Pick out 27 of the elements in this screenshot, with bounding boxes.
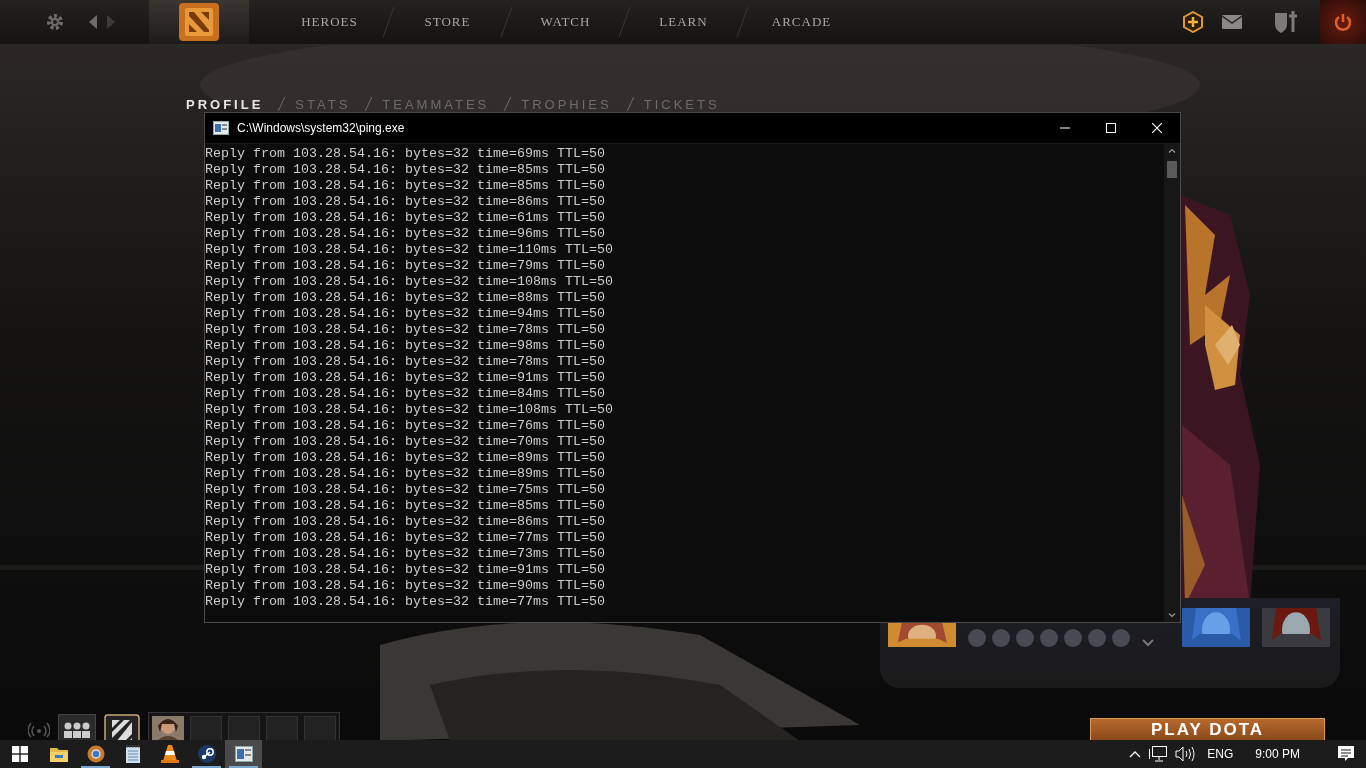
- mail-icon[interactable]: [1222, 15, 1242, 29]
- back-icon[interactable]: [87, 14, 99, 30]
- browser-icon: [86, 745, 105, 763]
- settings-icon[interactable]: [45, 12, 65, 32]
- logo-icon: [177, 2, 221, 42]
- plus-hexagon-icon[interactable]: [1182, 11, 1204, 33]
- console-icon: [234, 746, 253, 762]
- nav-tab[interactable]: WATCH: [507, 0, 624, 44]
- notepad-icon: [124, 745, 141, 763]
- nav-tab[interactable]: HEROES: [271, 0, 388, 44]
- folder-icon: [49, 746, 68, 762]
- network-icon[interactable]: [1149, 746, 1168, 762]
- nav-tab[interactable]: ARCADE: [743, 0, 860, 44]
- language-indicator[interactable]: ENG: [1207, 747, 1234, 761]
- message-icon: [1338, 746, 1354, 762]
- windows-logo-icon: [12, 746, 28, 762]
- traffic-cone-icon: [160, 745, 179, 763]
- nav-tab[interactable]: LEARN: [625, 0, 742, 44]
- power-button[interactable]: [1320, 0, 1366, 44]
- home-button[interactable]: [149, 0, 249, 44]
- clock[interactable]: 9:00 PM: [1255, 747, 1300, 761]
- taskbar-app[interactable]: [225, 740, 262, 768]
- power-icon: [1334, 13, 1352, 31]
- nav-tab[interactable]: STORE: [389, 0, 506, 44]
- volume-icon[interactable]: [1175, 746, 1196, 762]
- shield-sword-icon[interactable]: [1274, 10, 1298, 34]
- steam-icon: [197, 745, 216, 763]
